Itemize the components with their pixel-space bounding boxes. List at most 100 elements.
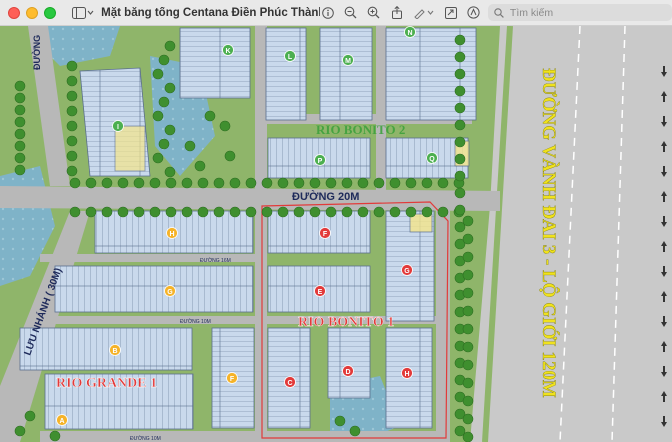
tree [454,153,466,165]
tree [462,377,474,389]
tree [165,177,177,189]
tree [277,206,289,218]
search-field[interactable] [487,4,672,21]
tree [85,206,97,218]
tree [117,177,129,189]
tree [373,206,385,218]
zoom-in-button[interactable] [366,4,382,22]
svg-text:G: G [404,268,410,275]
tree [389,177,401,189]
tree [158,96,170,108]
search-icon [494,7,504,18]
markup-circle-button[interactable] [466,4,482,22]
tree [49,430,61,442]
zone-label-rio-bonito-top: RIO BONITO 2 [316,122,405,137]
tree [164,40,176,52]
tree [184,140,196,152]
close-window-button[interactable] [8,6,20,19]
tree [164,82,176,94]
tree [325,177,337,189]
block-marker-d: D [342,365,354,377]
svg-text:F: F [230,376,235,383]
svg-text:H: H [169,231,174,238]
image-canvas[interactable]: KLMNIPQHFGEDCBAFGH ĐƯỜNG 20M ĐƯỜNG LƯU N… [0,26,672,442]
tree [293,206,305,218]
tree [66,75,78,87]
tree [14,128,26,140]
block-marker-i: I [112,120,124,132]
block-marker-n: N [404,26,416,38]
tree [197,177,209,189]
tree [261,206,273,218]
tree [66,135,78,147]
resize-button[interactable] [443,4,459,22]
block-marker-m: M [342,54,354,66]
tree [389,206,401,218]
zoom-window-button[interactable] [44,6,56,19]
share-icon [391,6,402,19]
inner-road [40,431,440,442]
tree [158,138,170,150]
tree [165,206,177,218]
svg-text:D: D [345,369,350,376]
svg-text:G: G [167,289,173,296]
svg-text:Q: Q [429,156,435,163]
block-marker-e: E [314,285,326,297]
tree [454,85,466,97]
info-button[interactable] [320,4,336,22]
tree [229,177,241,189]
share-button[interactable] [389,4,405,22]
markup-circle-icon [467,6,481,19]
tree [66,60,78,72]
road-label-main: ĐƯỜNG 20M [292,190,359,203]
tree [462,233,474,245]
tree [181,177,193,189]
tree [101,177,113,189]
pen-icon [414,8,434,19]
search-input[interactable] [507,5,672,20]
tree [462,359,474,371]
svg-text:L: L [288,54,293,61]
svg-text:A: A [59,418,64,425]
tree [69,206,81,218]
tree [437,206,449,218]
zone-label-rio-bonito: RIO BONITO 1 [298,315,394,330]
road-label-inner-2: ĐƯỜNG 10M [180,318,211,325]
tree [462,269,474,281]
minimize-window-button[interactable] [26,6,38,19]
tree [454,204,466,216]
tree [213,177,225,189]
tree [224,150,236,162]
tree [454,34,466,46]
tree [462,251,474,263]
zoom-in-icon [368,6,380,19]
tree [164,166,176,178]
resize-icon [444,6,457,19]
sidebar-toggle-button[interactable] [70,4,95,22]
tree [66,165,78,177]
tree [213,206,225,218]
tree [66,105,78,117]
tree [194,160,206,172]
tree [219,120,231,132]
zoom-out-button[interactable] [343,4,359,22]
tree [454,136,466,148]
markup-button[interactable] [412,4,436,22]
toolbar [320,4,482,22]
titlebar: Mặt bằng tổng Centana Điền Phúc Thành.jp… [0,0,672,26]
tree [277,177,289,189]
tree [454,187,466,199]
tree [152,110,164,122]
block-marker-g: G [401,264,413,276]
svg-text:N: N [407,30,412,37]
tree [309,206,321,218]
vertical-road [255,26,267,442]
vertical-road [376,26,386,191]
tree [261,177,273,189]
road-label-inner-1: ĐƯỜNG 16M [200,257,231,264]
tree [454,102,466,114]
tree [462,323,474,335]
tree [462,431,474,442]
tree [14,92,26,104]
tree [133,206,145,218]
